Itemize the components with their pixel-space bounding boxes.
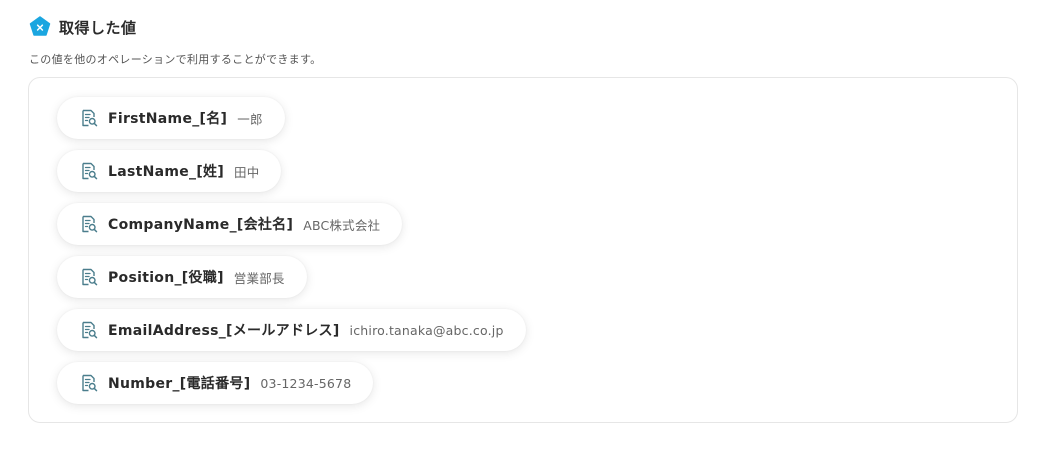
output-value: ichiro.tanaka@abc.co.jp [349, 322, 504, 338]
output-chip[interactable]: LastName_[姓] 田中 [57, 150, 282, 192]
output-list: FirstName_[名] 一郎 LastName_[姓] 田中 CompanyName… [57, 97, 526, 404]
output-chip[interactable]: Position_[役職] 営業部長 [57, 256, 307, 298]
output-value: 営業部長 [233, 270, 285, 286]
output-name: Number_[電話番号] [108, 376, 251, 392]
output-chip[interactable]: EmailAddress_[メールアドレス] ichiro.tanaka@abc.… [57, 309, 526, 351]
output-name: LastName_[姓] [108, 164, 225, 180]
output-value: 一郎 [237, 111, 263, 127]
x-pentagon-icon [29, 16, 51, 36]
output-value: 03-1234-5678 [260, 375, 352, 391]
document-search-icon [82, 374, 98, 392]
section-title: 取得した値 [59, 18, 137, 37]
output-name: Position_[役職] [108, 270, 224, 286]
document-search-icon [82, 109, 98, 127]
section-header: 取得した値 [29, 16, 137, 38]
output-chip[interactable]: FirstName_[名] 一郎 [57, 97, 285, 139]
document-search-icon [82, 268, 98, 286]
document-search-icon [82, 162, 98, 180]
output-value: ABC株式会社 [303, 217, 381, 233]
output-value: 田中 [234, 164, 260, 180]
document-search-icon [82, 215, 98, 233]
output-chip[interactable]: CompanyName_[会社名] ABC株式会社 [57, 203, 403, 245]
output-name: EmailAddress_[メールアドレス] [108, 323, 340, 339]
outputs-panel: FirstName_[名] 一郎 LastName_[姓] 田中 CompanyName… [28, 77, 1018, 423]
document-search-icon [82, 321, 98, 339]
output-name: CompanyName_[会社名] [108, 217, 294, 233]
output-name: FirstName_[名] [108, 111, 228, 127]
section-description: この値を他のオペレーションで利用することができます。 [29, 53, 322, 66]
output-chip[interactable]: Number_[電話番号] 03-1234-5678 [57, 362, 374, 404]
